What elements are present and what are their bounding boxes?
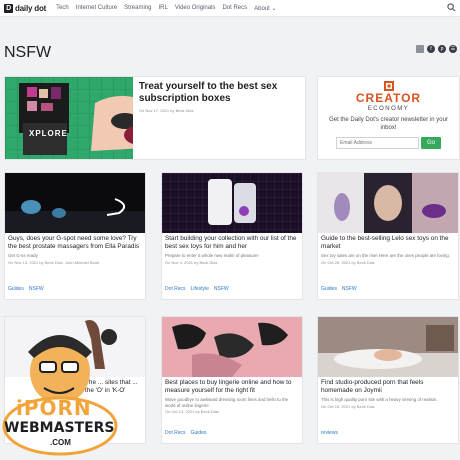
nav-dot-recs[interactable]: Dot Recs — [222, 5, 247, 11]
article-photo — [318, 173, 458, 233]
nav-irl[interactable]: IRL — [159, 5, 168, 11]
article-image[interactable] — [162, 173, 302, 233]
watermark-badge: iPORN WEBMASTERS .COM — [0, 318, 130, 460]
tag-link[interactable]: reviews — [321, 430, 338, 436]
badge-line2: WEBMASTERS — [4, 420, 115, 436]
share-icon[interactable]: share — [416, 45, 424, 53]
creator-logo-icon — [383, 81, 394, 91]
article-meta: On Oct 28, 2021 by Beck Diaz — [321, 259, 375, 265]
creator-logo-line2: ECONOMY — [367, 106, 410, 112]
article-card[interactable]: Find studio-produced porn that feels hom… — [317, 316, 459, 444]
tag-link[interactable]: Lifestyle — [191, 286, 209, 292]
nav-about[interactable]: About ⌄ — [254, 5, 276, 12]
article-photo — [162, 317, 302, 377]
page-title: NSFW — [4, 44, 52, 61]
article-card[interactable]: Guys, does your G-spot need some love? T… — [4, 172, 146, 300]
facebook-icon[interactable]: f — [427, 45, 435, 53]
nav-tech[interactable]: Tech — [56, 5, 69, 11]
tag-link[interactable]: NSFW — [214, 286, 229, 292]
menu-icon[interactable]: ☰ — [449, 45, 457, 53]
article-excerpt: Wave goodbye to awkward dressing room li… — [165, 397, 289, 408]
article-excerpt: Get G-ss ready — [8, 253, 38, 258]
go-button[interactable]: Go — [421, 137, 441, 149]
tag-link[interactable]: Guides — [191, 430, 207, 436]
tag-link[interactable]: Guides — [321, 286, 337, 292]
nav-streaming[interactable]: Streaming — [124, 5, 151, 11]
page: { "header":{"logo_text":"daily dot","log… — [0, 0, 460, 460]
tag-link[interactable]: Dot Recs — [165, 430, 186, 436]
article-meta: On Nov 4, 2021 by Beck Diaz — [165, 259, 218, 265]
article-meta: On Oct 15, 2021 by Beck Diaz — [321, 403, 375, 409]
article-image[interactable] — [162, 317, 302, 377]
newsletter-signup: CREATOR ECONOMY Get the Daily Dot's crea… — [317, 76, 460, 160]
article-photo — [318, 317, 458, 377]
featured-meta: On Nov 17, 2021 by Beck Diaz — [138, 108, 194, 113]
article-title[interactable]: Guys, does your G-spot need some love? T… — [5, 233, 145, 251]
tag-link[interactable]: NSFW — [342, 286, 357, 292]
site-logo[interactable]: D daily dot — [4, 3, 47, 13]
article-excerpt: Prepare to enter a whole new realm of pl… — [165, 253, 259, 258]
article-card[interactable]: Guide to the best-selling Lelo sex toys … — [317, 172, 459, 300]
featured-image-text: XPLORE — [29, 129, 68, 138]
email-input[interactable] — [336, 137, 419, 149]
tag-link[interactable]: Guides — [8, 286, 24, 292]
article-excerpt: This is high quality porn site with a he… — [321, 397, 438, 402]
nav-video-originals[interactable]: Video Originals — [175, 5, 216, 11]
nav-internet-culture[interactable]: Internet Culture — [76, 5, 117, 11]
article-meta: On Oct 13, 2021 by Beck Diaz — [165, 409, 219, 414]
featured-photo — [5, 77, 133, 159]
newsletter-description: Get the Daily Dot's creator newsletter i… — [329, 117, 448, 131]
featured-image[interactable]: XPLORE — [5, 77, 133, 159]
featured-article[interactable]: XPLORE Treat yourself to the best sex su… — [4, 76, 306, 160]
featured-title[interactable]: Treat yourself to the best sex subscript… — [139, 81, 299, 105]
article-photo — [5, 173, 145, 233]
logo-text: daily dot — [15, 3, 47, 13]
badge-line1: iPORN — [16, 396, 92, 420]
article-photo — [162, 173, 302, 233]
article-title[interactable]: Guide to the best-selling Lelo sex toys … — [318, 233, 458, 251]
article-image[interactable] — [5, 173, 145, 233]
tag-link[interactable]: Dot Recs — [165, 286, 186, 292]
article-title[interactable]: Best places to buy lingerie online and h… — [162, 377, 302, 395]
article-title[interactable]: Find studio-produced porn that feels hom… — [318, 377, 458, 395]
badge-line3: .COM — [50, 438, 71, 447]
article-excerpt: Sex toy sales are on the rise! Here are … — [321, 253, 450, 258]
article-image[interactable] — [318, 317, 458, 377]
share-links: share f p ☰ — [416, 45, 457, 53]
tag-link[interactable]: NSFW — [29, 286, 44, 292]
article-card[interactable]: Best places to buy lingerie online and h… — [161, 316, 303, 444]
search-icon[interactable] — [447, 3, 456, 12]
logo-mark: D — [4, 3, 13, 13]
article-card[interactable]: Start building your collection with our … — [161, 172, 303, 300]
top-navigation: D daily dot Tech Internet Culture Stream… — [0, 0, 460, 17]
article-image[interactable] — [318, 173, 458, 233]
pinterest-icon[interactable]: p — [438, 45, 446, 53]
article-title[interactable]: Start building your collection with our … — [162, 233, 302, 251]
article-meta: On Nov 13, 2021 by Beck Diaz, John-Micha… — [8, 259, 100, 265]
creator-logo-line1: CREATOR — [355, 91, 422, 105]
